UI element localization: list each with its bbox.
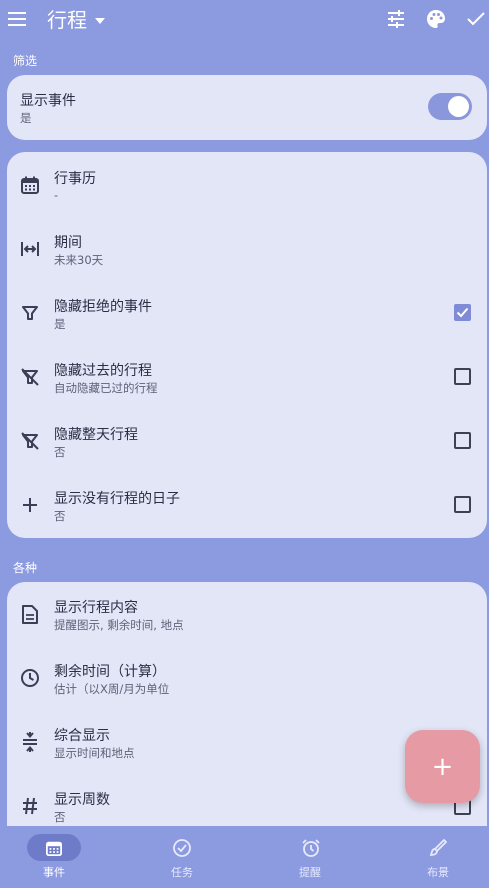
list-item-calendar[interactable]: 行事历 - <box>7 152 487 216</box>
compress-icon <box>19 731 41 753</box>
list-item-show-content[interactable]: 显示行程内容 提醒图示, 剩余时间, 地点 <box>7 582 487 646</box>
calendar-icon <box>19 174 41 196</box>
nav-tab-reminders[interactable]: 提醒 <box>250 826 372 888</box>
nav-tab-tasks[interactable]: 任务 <box>122 826 244 888</box>
nav-label: 事件 <box>43 866 65 879</box>
dropdown-icon <box>95 9 105 28</box>
list-item-show-empty-days[interactable]: 显示没有行程的日子 否 <box>7 472 487 536</box>
list-item-title: 显示周数 <box>54 792 110 808</box>
list-item-title: 隐藏过去的行程 <box>54 363 152 379</box>
list-item-title: 综合显示 <box>54 728 110 744</box>
list-item-hide-declined[interactable]: 隐藏拒绝的事件 是 <box>7 280 487 344</box>
show-empty-days-checkbox[interactable] <box>454 496 471 513</box>
show-events-title: 显示事件 <box>20 93 76 109</box>
alarm-icon <box>300 837 322 859</box>
palette-icon[interactable] <box>423 6 449 32</box>
list-item-remaining-time[interactable]: 剩余时间（计算） 估计（以X周/月为单位 <box>7 646 487 710</box>
check-icon[interactable] <box>463 6 489 32</box>
section-label-misc: 各种 <box>13 561 38 575</box>
list-item-title: 行事历 <box>54 171 96 187</box>
toggle-knob <box>448 96 469 117</box>
nav-tab-theme[interactable]: 布景 <box>367 826 489 888</box>
calendar-icon <box>43 837 65 859</box>
add-icon: + <box>431 751 454 782</box>
show-events-card[interactable]: 显示事件 是 <box>7 75 487 140</box>
hash-icon <box>19 795 41 817</box>
hide-all-day-checkbox[interactable] <box>454 432 471 449</box>
plus-icon <box>19 494 41 516</box>
document-icon <box>19 603 41 625</box>
menu-icon[interactable] <box>4 6 30 32</box>
nav-tab-events[interactable]: 事件 <box>0 826 122 888</box>
hide-declined-checkbox[interactable] <box>454 304 471 321</box>
title-dropdown[interactable]: 行程 <box>47 4 105 32</box>
show-events-subtitle: 是 <box>20 111 32 125</box>
list-item-subtitle: 估计（以X周/月为单位 <box>54 682 170 696</box>
list-item-subtitle: 自动隐藏已过的行程 <box>54 381 158 395</box>
list-item-subtitle: - <box>54 188 59 202</box>
clock-icon <box>19 667 41 689</box>
list-item-title: 隐藏拒绝的事件 <box>54 299 152 315</box>
filter-card: 行事历 - 期间 未来30天 隐藏拒绝的事件 是 隐藏过去的行程 自动隐藏已过的… <box>7 152 487 538</box>
nav-label: 布景 <box>427 866 449 879</box>
section-label-filter: 筛选 <box>13 54 38 68</box>
list-item-subtitle: 是 <box>54 317 66 331</box>
list-item-title: 期间 <box>54 235 82 251</box>
filter-off-icon <box>19 430 41 452</box>
list-item-title: 显示没有行程的日子 <box>54 491 180 507</box>
list-item-subtitle: 否 <box>54 509 66 523</box>
check-circle-icon <box>171 837 193 859</box>
list-item-hide-all-day[interactable]: 隐藏整天行程 否 <box>7 408 487 472</box>
show-events-toggle[interactable] <box>428 93 472 120</box>
list-item-period[interactable]: 期间 未来30天 <box>7 216 487 280</box>
brush-icon <box>427 837 449 859</box>
list-item-subtitle: 否 <box>54 445 66 459</box>
list-item-title: 隐藏整天行程 <box>54 427 138 443</box>
list-item-subtitle: 显示时间和地点 <box>54 746 135 760</box>
filter-off-icon <box>19 366 41 388</box>
tune-icon[interactable] <box>383 6 409 32</box>
nav-label: 任务 <box>171 866 193 879</box>
list-item-subtitle: 提醒图示, 剩余时间, 地点 <box>54 618 184 632</box>
list-item-hide-past[interactable]: 隐藏过去的行程 自动隐藏已过的行程 <box>7 344 487 408</box>
nav-label: 提醒 <box>299 866 321 879</box>
list-item-subtitle: 未来30天 <box>54 253 104 267</box>
add-event-button[interactable]: + <box>405 730 480 803</box>
list-item-subtitle: 否 <box>54 810 66 824</box>
list-item-title: 剩余时间（计算） <box>54 664 166 680</box>
filter-icon <box>19 302 41 324</box>
page-title: 行程 <box>47 7 87 32</box>
list-item-title: 显示行程内容 <box>54 600 138 616</box>
range-icon <box>19 238 41 260</box>
top-app-bar: 行程 <box>0 0 489 38</box>
bottom-navigation: 事件 任务 提醒 布景 <box>0 826 489 888</box>
hide-past-checkbox[interactable] <box>454 368 471 385</box>
